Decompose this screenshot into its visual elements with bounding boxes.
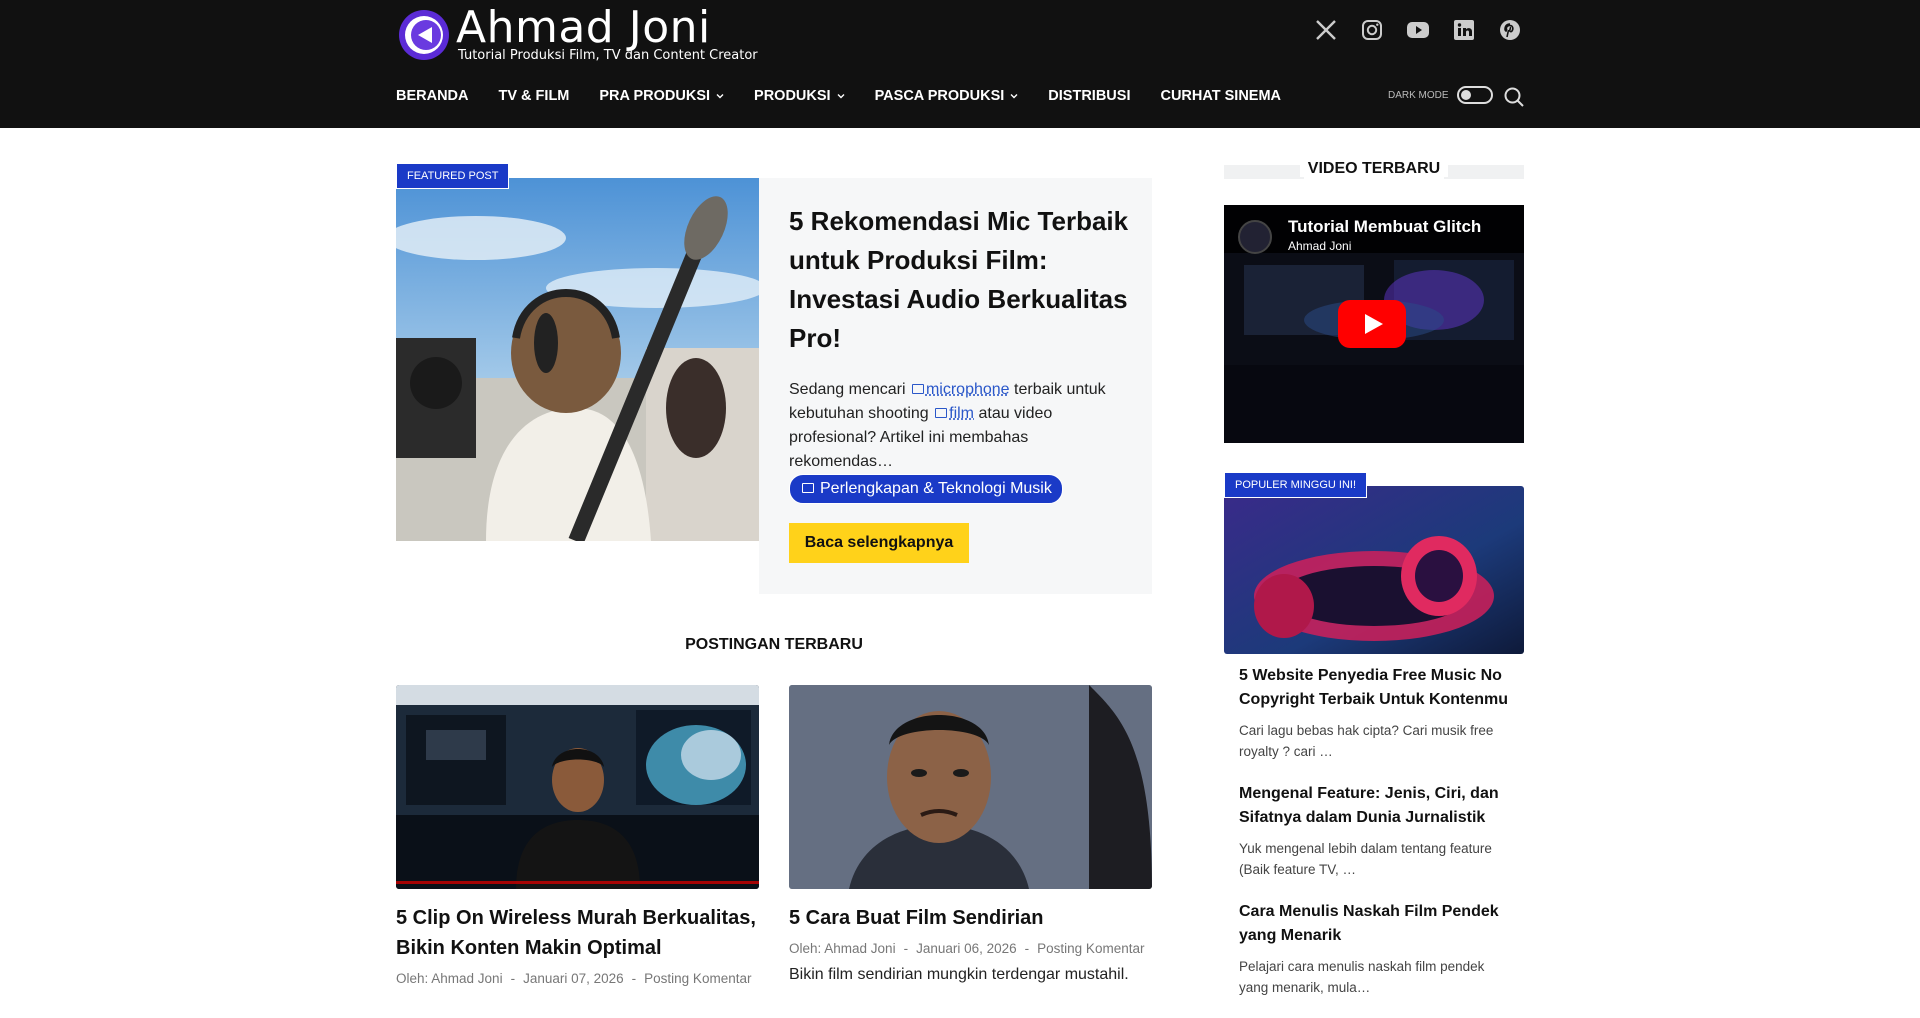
read-more-button[interactable]: Baca selengkapnya — [789, 523, 969, 563]
chevron-down-icon — [837, 92, 845, 100]
meta-separator: - — [904, 941, 909, 956]
featured-excerpt: Sedang mencari microphone terbaik untuk … — [789, 378, 1129, 504]
post-author[interactable]: Oleh: Ahmad Joni — [396, 971, 503, 986]
chevron-down-icon — [716, 92, 724, 100]
nav-label: CURHAT SINEMA — [1160, 88, 1281, 104]
nav-distribusi[interactable]: DISTRIBUSI — [1048, 84, 1130, 108]
list-item: Mengenal Feature: Jenis, Ciri, dan Sifat… — [1239, 782, 1511, 880]
pinterest-icon[interactable] — [1498, 18, 1522, 42]
video-channel[interactable]: Ahmad Joni — [1288, 239, 1351, 253]
article-icon — [935, 408, 947, 418]
post-date: Januari 06, 2026 — [916, 941, 1017, 956]
search-icon[interactable] — [1503, 86, 1525, 108]
popular-post-title[interactable]: Mengenal Feature: Jenis, Ciri, dan Sifat… — [1239, 782, 1511, 830]
video-title[interactable]: Tutorial Membuat Glitch — [1288, 217, 1481, 237]
dark-mode-label: DARK MODE — [1388, 90, 1449, 101]
popular-post-excerpt: Yuk mengenal lebih dalam tentang feature… — [1239, 838, 1511, 880]
list-item: 5 Website Penyedia Free Music No Copyrig… — [1239, 664, 1511, 762]
popular-thumbnail[interactable] — [1224, 486, 1524, 654]
logo-title: Ahmad Joni — [456, 6, 758, 50]
youtube-icon[interactable] — [1406, 18, 1430, 42]
category-tag[interactable]: Perlengkapan & Teknologi Musik — [789, 474, 1063, 504]
post-title[interactable]: 5 Cara Buat Film Sendirian — [789, 903, 1152, 933]
popular-post-excerpt: Pelajari cara menulis naskah film pendek… — [1239, 956, 1511, 998]
tag-label: Perlengkapan & Teknologi Musik — [820, 477, 1052, 501]
logo-subtitle: Tutorial Produksi Film, TV dan Content C… — [458, 48, 758, 63]
post-excerpt: Bikin film sendirian mungkin terdengar m… — [789, 966, 1152, 984]
dark-mode-switch[interactable]: DARK MODE — [1388, 86, 1493, 104]
nav-pra-produksi[interactable]: PRA PRODUKSI — [599, 84, 724, 108]
link-film[interactable]: film — [949, 405, 974, 422]
featured-post: 5 Rekomendasi Mic Terbaik untuk Produksi… — [396, 178, 1152, 594]
list-item: Cara Menulis Naskah Film Pendek yang Men… — [1239, 900, 1511, 998]
x-icon[interactable] — [1314, 18, 1338, 42]
featured-image[interactable] — [396, 178, 759, 541]
nav-tv-film[interactable]: TV & FILM — [499, 84, 570, 108]
post-thumbnail[interactable] — [789, 685, 1152, 889]
post-title[interactable]: 5 Clip On Wireless Murah Berkualitas, Bi… — [396, 903, 759, 963]
site-header: Ahmad Joni Tutorial Produksi Film, TV da… — [0, 0, 1920, 128]
channel-avatar[interactable] — [1238, 220, 1272, 254]
meta-separator: - — [1025, 941, 1030, 956]
youtube-embed[interactable]: Tutorial Membuat Glitch Ahmad Joni — [1224, 205, 1524, 443]
meta-separator: - — [632, 971, 637, 986]
play-button-icon[interactable] — [1338, 300, 1406, 348]
site-logo[interactable]: Ahmad Joni Tutorial Produksi Film, TV da… — [396, 4, 758, 64]
dark-mode-toggle[interactable] — [1457, 86, 1493, 104]
nav-label: BERANDA — [396, 88, 469, 104]
play-logo-icon — [396, 5, 454, 63]
nav-label: PRODUKSI — [754, 88, 831, 104]
popular-badge: POPULER MINGGU INI! — [1224, 472, 1367, 498]
heading-bar — [1224, 165, 1304, 179]
linkedin-icon[interactable] — [1452, 18, 1476, 42]
article-icon — [912, 384, 924, 394]
social-links — [1314, 18, 1522, 42]
popular-posts-list: 5 Website Penyedia Free Music No Copyrig… — [1239, 664, 1511, 1018]
nav-beranda[interactable]: BERANDA — [396, 84, 469, 108]
post-card: 5 Cara Buat Film Sendirian Oleh: Ahmad J… — [789, 685, 1152, 984]
featured-content: 5 Rekomendasi Mic Terbaik untuk Produksi… — [759, 178, 1152, 594]
latest-posts-heading: POSTINGAN TERBARU — [396, 636, 1152, 654]
post-author[interactable]: Oleh: Ahmad Joni — [789, 941, 896, 956]
featured-title[interactable]: 5 Rekomendasi Mic Terbaik untuk Produksi… — [789, 202, 1129, 358]
widget-heading: VIDEO TERBARU — [1224, 160, 1524, 184]
post-meta: Oleh: Ahmad Joni - Januari 06, 2026 - Po… — [789, 941, 1152, 956]
post-comments-link[interactable]: Posting Komentar — [644, 971, 751, 986]
popular-post-title[interactable]: 5 Website Penyedia Free Music No Copyrig… — [1239, 664, 1511, 712]
toggle-knob — [1461, 90, 1471, 100]
nav-label: TV & FILM — [499, 88, 570, 104]
meta-separator: - — [511, 971, 516, 986]
sidebar-video-widget: VIDEO TERBARU — [1224, 160, 1524, 184]
chevron-down-icon — [1010, 92, 1018, 100]
video-heading: VIDEO TERBARU — [1300, 160, 1448, 177]
heading-bar — [1444, 165, 1524, 179]
post-meta: Oleh: Ahmad Joni - Januari 07, 2026 - Po… — [396, 971, 759, 986]
featured-badge: FEATURED POST — [396, 163, 509, 189]
nav-pasca-produksi[interactable]: PASCA PRODUKSI — [875, 84, 1019, 108]
post-card: 5 Clip On Wireless Murah Berkualitas, Bi… — [396, 685, 759, 986]
popular-post-title[interactable]: Cara Menulis Naskah Film Pendek yang Men… — [1239, 900, 1511, 948]
post-date: Januari 07, 2026 — [523, 971, 624, 986]
nav-curhat-sinema[interactable]: CURHAT SINEMA — [1160, 84, 1281, 108]
excerpt-text: Sedang mencari — [789, 381, 906, 398]
nav-label: PASCA PRODUKSI — [875, 88, 1005, 104]
article-icon — [802, 483, 814, 493]
post-comments-link[interactable]: Posting Komentar — [1037, 941, 1144, 956]
link-microphone[interactable]: microphone — [926, 381, 1010, 398]
popular-post-excerpt: Cari lagu bebas hak cipta? Cari musik fr… — [1239, 720, 1511, 762]
post-thumbnail[interactable] — [396, 685, 759, 889]
instagram-icon[interactable] — [1360, 18, 1384, 42]
nav-produksi[interactable]: PRODUKSI — [754, 84, 845, 108]
nav-label: PRA PRODUKSI — [599, 88, 710, 104]
nav-label: DISTRIBUSI — [1048, 88, 1130, 104]
main-nav: BERANDA TV & FILM PRA PRODUKSI PRODUKSI … — [396, 84, 1311, 108]
